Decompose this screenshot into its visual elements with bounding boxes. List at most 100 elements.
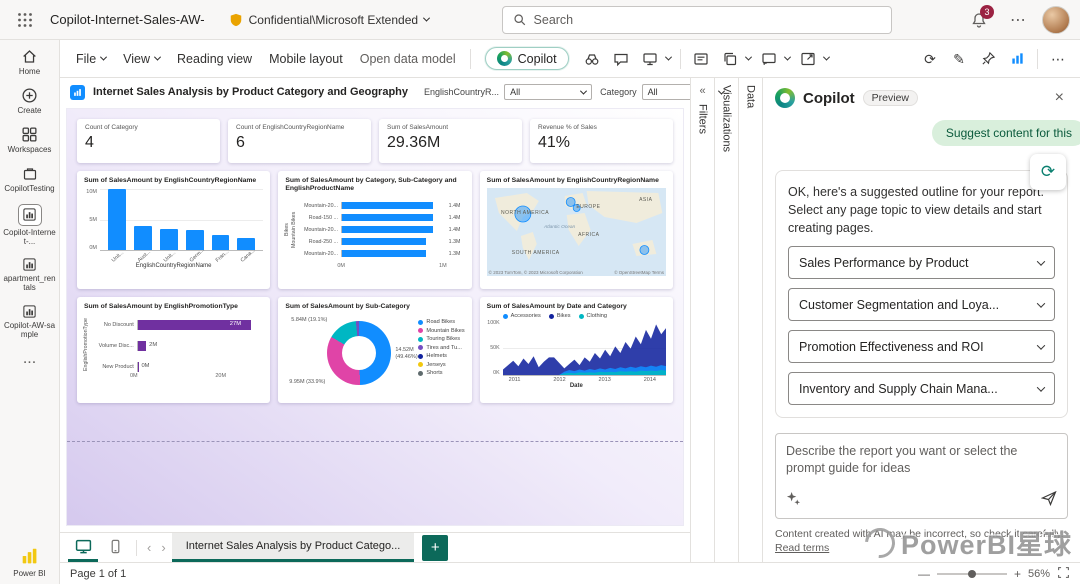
legend-item[interactable]: Accessories bbox=[503, 313, 541, 319]
ribbon-more-icon[interactable]: ⋯ bbox=[1044, 46, 1072, 72]
app-launcher-icon[interactable] bbox=[10, 5, 40, 35]
comment-icon[interactable] bbox=[607, 46, 635, 72]
menu-mobile-layout[interactable]: Mobile layout bbox=[261, 47, 351, 71]
promotion-bar-row[interactable]: New Product0M bbox=[92, 361, 264, 373]
legend-item[interactable]: Bikes bbox=[549, 313, 571, 319]
donut-label-touring: 5.84M (19.1%) bbox=[287, 317, 327, 324]
regenerate-icon[interactable]: ⟳ bbox=[1030, 154, 1066, 190]
menu-reading-view[interactable]: Reading view bbox=[169, 47, 260, 71]
edit-icon[interactable]: ✎ bbox=[945, 46, 973, 72]
prev-page-icon[interactable]: ‹ bbox=[143, 540, 155, 555]
copilot-prompt-input[interactable]: Describe the report you want or select t… bbox=[775, 433, 1068, 519]
legend-item[interactable]: Clothing bbox=[579, 313, 608, 319]
sidebar-item-copilot-aw-sample[interactable]: Copilot-AW-sample bbox=[1, 304, 59, 339]
area-chart-sales-by-date[interactable]: Sum of SalesAmount by Date and Category … bbox=[480, 297, 673, 403]
metrics-icon[interactable] bbox=[1003, 46, 1031, 72]
filters-pane-collapsed[interactable]: « Filters bbox=[690, 78, 714, 562]
column-bar[interactable] bbox=[160, 229, 178, 251]
zoom-out-icon[interactable]: — bbox=[918, 567, 930, 581]
notifications-button[interactable]: 3 bbox=[964, 5, 994, 35]
sidebar-item-copilottesting[interactable]: CopilotTesting bbox=[1, 166, 59, 193]
mobile-view-icon[interactable] bbox=[100, 533, 130, 562]
read-terms-link[interactable]: Read terms bbox=[775, 542, 829, 554]
suggestion-customer-segmentation[interactable]: Customer Segmentation and Loya... bbox=[788, 288, 1055, 321]
copy-dropdown[interactable] bbox=[716, 46, 754, 72]
legend-item[interactable]: Helmets bbox=[418, 353, 464, 359]
powerbi-logo-icon bbox=[21, 547, 39, 565]
zoom-in-icon[interactable]: + bbox=[1014, 567, 1021, 581]
legend-item[interactable]: Road Bikes bbox=[418, 319, 464, 325]
tab-internet-sales-page[interactable]: Internet Sales Analysis by Product Categ… bbox=[172, 533, 415, 562]
sidebar-item-home[interactable]: Home bbox=[1, 48, 59, 76]
add-page-button[interactable]: + bbox=[422, 535, 448, 561]
sidebar-item-copilot-internet[interactable]: Copilot-Internet-... bbox=[1, 204, 59, 246]
menu-view[interactable]: View bbox=[115, 47, 168, 71]
zoom-slider-thumb[interactable] bbox=[968, 570, 976, 578]
search-input[interactable]: Search bbox=[502, 6, 892, 34]
promotion-bar-row[interactable]: Volume Disc...2M bbox=[92, 340, 264, 352]
topbar-more-icon[interactable]: ⋯ bbox=[1004, 10, 1032, 30]
product-bar-row[interactable]: Mountain-20...1.4M bbox=[298, 224, 465, 236]
visualizations-pane-collapsed[interactable]: Visualizations bbox=[714, 78, 738, 562]
zoom-slider[interactable] bbox=[937, 573, 1007, 575]
legend-item[interactable]: Tires and Tu... bbox=[418, 345, 464, 351]
promotion-bar-row[interactable]: No Discount27M bbox=[92, 319, 264, 331]
column-bar[interactable] bbox=[108, 189, 126, 250]
sidebar-item-create[interactable]: Create bbox=[1, 87, 59, 115]
data-pane-collapsed[interactable]: Data bbox=[738, 78, 762, 562]
legend-item[interactable]: Mountain Bikes bbox=[418, 328, 464, 334]
legend-item[interactable]: Touring Bikes bbox=[418, 336, 464, 342]
column-chart-sales-by-country[interactable]: Sum of SalesAmount by EnglishCountryRegi… bbox=[77, 171, 270, 289]
copilot-ribbon-button[interactable]: Copilot bbox=[485, 47, 569, 70]
column-bar[interactable] bbox=[237, 238, 255, 250]
bar-chart-sales-by-promotion[interactable]: Sum of SalesAmount by EnglishPromotionTy… bbox=[77, 297, 270, 403]
product-bar-row[interactable]: Mountain-20...1.4M bbox=[298, 200, 465, 212]
text-box-icon[interactable] bbox=[687, 46, 715, 72]
kpi-card-count-category[interactable]: Count of Category 4 bbox=[77, 119, 220, 163]
menu-file[interactable]: File bbox=[68, 47, 114, 71]
map-bubble-australia[interactable] bbox=[640, 246, 649, 255]
fit-to-page-icon[interactable] bbox=[1057, 566, 1070, 582]
avatar[interactable] bbox=[1042, 6, 1070, 34]
sidebar-item-label: CopilotTesting bbox=[2, 184, 56, 193]
close-icon[interactable]: × bbox=[1051, 88, 1068, 108]
donut-ring[interactable] bbox=[327, 321, 391, 385]
pin-icon[interactable] bbox=[974, 46, 1002, 72]
column-bar[interactable] bbox=[212, 235, 230, 251]
column-bar[interactable] bbox=[134, 226, 152, 250]
suggestion-sales-performance[interactable]: Sales Performance by Product bbox=[788, 246, 1055, 279]
send-icon[interactable] bbox=[1041, 490, 1057, 511]
sidebar-item-workspaces[interactable]: Workspaces bbox=[1, 126, 59, 154]
kpi-card-count-country[interactable]: Count of EnglishCountryRegionName 6 bbox=[228, 119, 371, 163]
report-page[interactable]: Count of Category 4 Count of EnglishCoun… bbox=[66, 108, 684, 526]
sidebar-item-apartment-rentals[interactable]: apartment_rentals bbox=[1, 257, 59, 292]
map-chart-sales-by-country[interactable]: Sum of SalesAmount by EnglishCountryRegi… bbox=[480, 171, 673, 289]
next-page-icon[interactable]: › bbox=[157, 540, 169, 555]
filter-country-dropdown[interactable]: All bbox=[504, 84, 592, 100]
refresh-icon[interactable]: ⟳ bbox=[916, 46, 944, 72]
product-bar-row[interactable]: Road-250 ...1.3M bbox=[298, 236, 465, 248]
cast-dropdown[interactable] bbox=[755, 46, 793, 72]
legend-item[interactable]: Shorts bbox=[418, 370, 464, 376]
sensitivity-label-dropdown[interactable]: Confidential\Microsoft Extended bbox=[229, 13, 429, 27]
sidebar-more-icon[interactable]: ... bbox=[1, 350, 59, 368]
present-dropdown[interactable] bbox=[636, 46, 674, 72]
legend-item[interactable]: Jerseys bbox=[418, 362, 464, 368]
suggest-content-chip[interactable]: Suggest content for this bbox=[932, 120, 1080, 146]
desktop-view-icon[interactable] bbox=[68, 533, 98, 562]
new-window-dropdown[interactable] bbox=[794, 46, 832, 72]
kpi-card-revenue-pct[interactable]: Revenue % of Sales 41% bbox=[530, 119, 673, 163]
column-bar[interactable] bbox=[186, 230, 204, 251]
suggestion-inventory-supply[interactable]: Inventory and Supply Chain Mana... bbox=[788, 372, 1055, 405]
explore-icon[interactable] bbox=[578, 46, 606, 72]
product-bar-row[interactable]: Road-150 ...1.4M bbox=[298, 212, 465, 224]
product-bar-row[interactable]: Mountain-20...1.3M bbox=[298, 248, 465, 260]
map-bubble-uk[interactable] bbox=[566, 198, 575, 207]
donut-chart-sales-by-subcategory[interactable]: Sum of SalesAmount by Sub-Category 5.84M… bbox=[278, 297, 471, 403]
world-map[interactable]: NORTH AMERICA EUROPE ASIA AFRICA SOUTH A… bbox=[487, 188, 666, 276]
kpi-card-sales-amount[interactable]: Sum of SalesAmount 29.36M bbox=[379, 119, 522, 163]
bar-chart-sales-by-product[interactable]: Sum of SalesAmount by Category, Sub-Cate… bbox=[278, 171, 471, 289]
prompt-guide-icon[interactable] bbox=[786, 491, 801, 511]
menu-open-data-model[interactable]: Open data model bbox=[352, 47, 464, 71]
suggestion-promotion-effectiveness[interactable]: Promotion Effectiveness and ROI bbox=[788, 330, 1055, 363]
